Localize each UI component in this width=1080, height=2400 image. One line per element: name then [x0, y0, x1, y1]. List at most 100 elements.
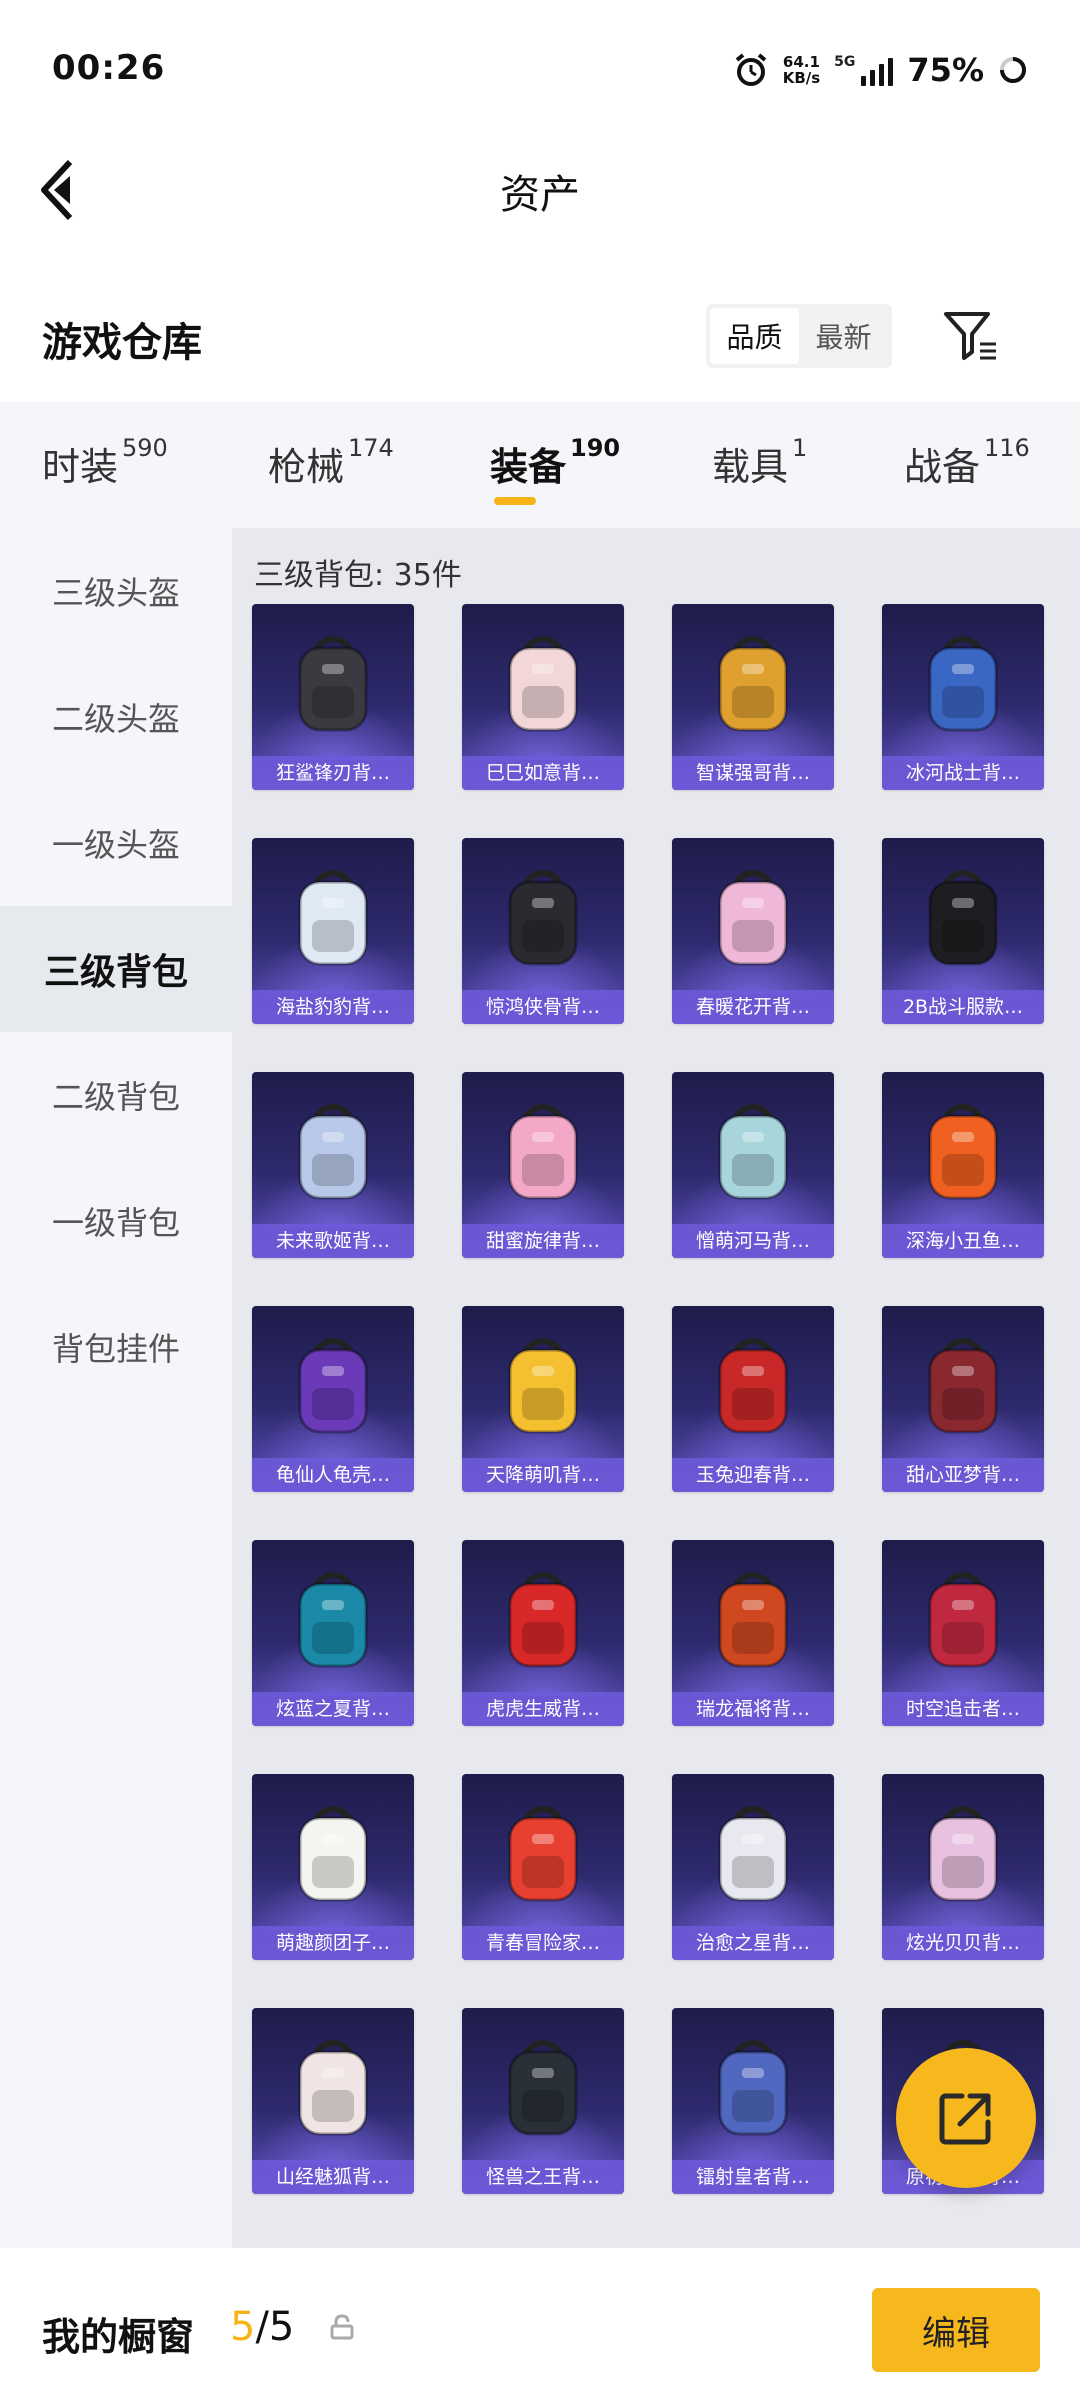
tab-vehicles[interactable]: 载具 1	[712, 434, 808, 491]
item-card[interactable]: 炫光贝贝背…	[882, 1774, 1044, 1960]
tab-fashion[interactable]: 时装 590	[42, 434, 168, 491]
item-name: 春暖花开背…	[672, 990, 834, 1024]
item-name: 甜蜜旋律背…	[462, 1224, 624, 1258]
item-name: 巳巳如意背…	[462, 756, 624, 790]
item-card[interactable]: 虎虎生威背…	[462, 1540, 624, 1726]
item-card[interactable]: 玉兔迎春背…	[672, 1306, 834, 1492]
sidebar-item-level3-helmet[interactable]: 三级头盔	[0, 528, 232, 654]
status-icons: 64.1 KB/s 5G 75%	[733, 46, 1028, 94]
item-card[interactable]: 镭射皇者背…	[672, 2008, 834, 2194]
showcase-count: 5/5	[230, 2304, 294, 2350]
backpack-icon	[298, 1572, 368, 1668]
backpack-icon	[298, 1104, 368, 1200]
backpack-icon	[298, 1806, 368, 1902]
tab-label: 战备	[904, 445, 981, 489]
signal-icon: 5G	[834, 54, 894, 86]
tab-count: 116	[984, 434, 1030, 462]
status-bar: 00:26 64.1 KB/s 5G 75%	[0, 0, 1080, 140]
sidebar-item-backpack-charm[interactable]: 背包挂件	[0, 1284, 232, 1410]
sidebar-item-level1-helmet[interactable]: 一级头盔	[0, 780, 232, 906]
share-button[interactable]	[896, 2048, 1036, 2188]
item-card[interactable]: 2B战斗服款…	[882, 838, 1044, 1024]
item-name: 治愈之星背…	[672, 1926, 834, 1960]
tab-firearms[interactable]: 枪械 174	[268, 434, 394, 491]
sidebar-item-level2-helmet[interactable]: 二级头盔	[0, 654, 232, 780]
category-count-header: 三级背包: 35件	[254, 558, 462, 593]
item-name: 瑞龙福将背…	[672, 1692, 834, 1726]
backpack-icon	[508, 1806, 578, 1902]
backpack-icon	[508, 1338, 578, 1434]
item-card[interactable]: 春暖花开背…	[672, 838, 834, 1024]
item-card[interactable]: 治愈之星背…	[672, 1774, 834, 1960]
sidebar-item-level2-backpack[interactable]: 二级背包	[0, 1032, 232, 1158]
item-name: 时空追击者…	[882, 1692, 1044, 1726]
showcase-label: 我的橱窗	[42, 2315, 195, 2359]
backpack-icon	[718, 2040, 788, 2136]
active-tab-indicator	[494, 497, 536, 505]
item-name: 甜心亚梦背…	[882, 1458, 1044, 1492]
battery-level: 75%	[907, 51, 984, 89]
item-card[interactable]: 炫蓝之夏背…	[252, 1540, 414, 1726]
tab-label: 时装	[42, 445, 119, 489]
sort-quality-option[interactable]: 品质	[710, 308, 799, 364]
page-title: 资产	[500, 172, 580, 218]
app-header: 资产	[0, 140, 1080, 240]
backpack-icon	[718, 1806, 788, 1902]
item-name: 萌趣颜团子…	[252, 1926, 414, 1960]
item-card[interactable]: 巳巳如意背…	[462, 604, 624, 790]
item-card[interactable]: 萌趣颜团子…	[252, 1774, 414, 1960]
item-name: 未来歌姬背…	[252, 1224, 414, 1258]
tab-label: 枪械	[268, 445, 345, 489]
sort-newest-option[interactable]: 最新	[799, 308, 888, 364]
item-card[interactable]: 狂鲨锋刃背…	[252, 604, 414, 790]
item-name: 山经魅狐背…	[252, 2160, 414, 2194]
item-card[interactable]: 时空追击者…	[882, 1540, 1044, 1726]
item-card[interactable]: 智谋强哥背…	[672, 604, 834, 790]
item-card[interactable]: 青春冒险家…	[462, 1774, 624, 1960]
item-card[interactable]: 瑞龙福将背…	[672, 1540, 834, 1726]
item-card[interactable]: 怪兽之王背…	[462, 2008, 624, 2194]
item-card[interactable]: 甜蜜旋律背…	[462, 1072, 624, 1258]
item-name: 惊鸿侠骨背…	[462, 990, 624, 1024]
sort-toggle: 品质 最新	[706, 304, 892, 368]
item-card[interactable]: 冰河战士背…	[882, 604, 1044, 790]
backpack-icon	[508, 1572, 578, 1668]
item-name: 怪兽之王背…	[462, 2160, 624, 2194]
tab-equipment[interactable]: 装备 190	[490, 434, 621, 491]
backpack-icon	[928, 1572, 998, 1668]
tab-count: 190	[570, 434, 621, 462]
item-card[interactable]: 憎萌河马背…	[672, 1072, 834, 1258]
item-card[interactable]: 惊鸿侠骨背…	[462, 838, 624, 1024]
item-name: 2B战斗服款…	[882, 990, 1044, 1024]
item-name: 龟仙人龟壳…	[252, 1458, 414, 1492]
edit-button[interactable]: 编辑	[872, 2288, 1040, 2372]
showcase-total: /5	[255, 2304, 295, 2350]
subcategory-sidebar: 三级头盔 二级头盔 一级头盔 三级背包 二级背包 一级背包 背包挂件	[0, 528, 232, 2248]
item-card[interactable]: 深海小丑鱼…	[882, 1072, 1044, 1258]
sidebar-item-level3-backpack[interactable]: 三级背包	[0, 906, 232, 1032]
item-name: 虎虎生威背…	[462, 1692, 624, 1726]
item-card[interactable]: 山经魅狐背…	[252, 2008, 414, 2194]
backpack-icon	[928, 1104, 998, 1200]
item-card[interactable]: 未来歌姬背…	[252, 1072, 414, 1258]
showcase-current: 5	[230, 2304, 256, 2350]
tab-count: 1	[792, 434, 808, 462]
showcase-bar: 我的橱窗 5/5 编辑	[0, 2248, 1080, 2400]
item-name: 炫光贝贝背…	[882, 1926, 1044, 1960]
backpack-icon	[718, 636, 788, 732]
item-grid-panel: 三级背包: 35件 狂鲨锋刃背… 巳巳如意背… 智谋强哥背… 冰河战士背… 海盐豹豹背……	[232, 528, 1080, 2248]
backpack-icon	[298, 2040, 368, 2136]
item-name: 深海小丑鱼…	[882, 1224, 1044, 1258]
filter-icon[interactable]	[942, 308, 1000, 364]
item-card[interactable]: 天降萌叽背…	[462, 1306, 624, 1492]
item-card[interactable]: 海盐豹豹背…	[252, 838, 414, 1024]
tab-supplies[interactable]: 战备 116	[904, 434, 1030, 491]
backpack-icon	[928, 870, 998, 966]
net-speed-value: 64.1	[782, 53, 820, 71]
item-card[interactable]: 甜心亚梦背…	[882, 1306, 1044, 1492]
backpack-icon	[718, 870, 788, 966]
sidebar-item-level1-backpack[interactable]: 一级背包	[0, 1158, 232, 1284]
item-card[interactable]: 龟仙人龟壳…	[252, 1306, 414, 1492]
lock-icon	[330, 2314, 354, 2340]
backpack-icon	[718, 1338, 788, 1434]
